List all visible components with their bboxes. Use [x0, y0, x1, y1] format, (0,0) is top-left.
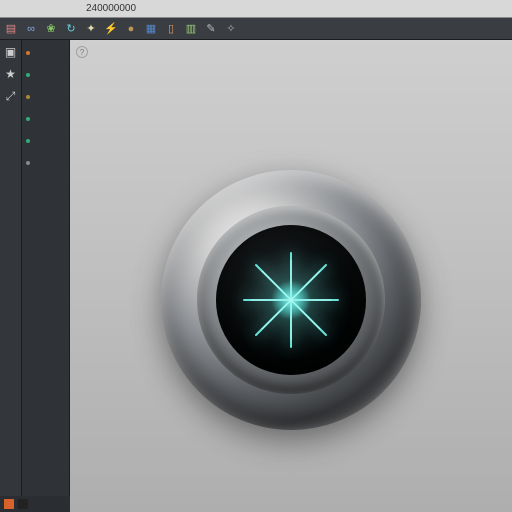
panel-item[interactable] — [26, 68, 65, 82]
layers-icon[interactable]: ▤ — [4, 22, 18, 36]
color-dot-icon — [26, 139, 30, 143]
star-flare-icon — [236, 245, 346, 355]
link-icon[interactable]: ∞ — [24, 22, 38, 36]
panel-item[interactable] — [26, 112, 65, 126]
color-dot-icon — [26, 161, 30, 165]
color-swatch[interactable] — [4, 499, 14, 509]
color-dot-icon — [26, 95, 30, 99]
bolt-icon[interactable]: ⚡ — [104, 22, 118, 36]
circle-icon[interactable]: ● — [124, 22, 138, 36]
menu-bar: 240000000 — [0, 0, 512, 18]
lens-inner-ring — [197, 206, 385, 394]
left-panel — [22, 40, 70, 512]
color-dot-icon — [26, 51, 30, 55]
tool-strip: ▣ ★ ⤢ — [0, 40, 22, 512]
cursor-icon[interactable]: ▣ — [3, 44, 19, 60]
toolbar: ▤ ∞ ❀ ↻ ✦ ⚡ ● ▦ ▯ ▥ ✎ ✧ — [0, 18, 512, 40]
viewport-canvas[interactable]: ? — [70, 40, 512, 512]
brush-icon[interactable]: ✎ — [204, 22, 218, 36]
color-swatch[interactable] — [18, 499, 28, 509]
leaf-icon[interactable]: ❀ — [44, 22, 58, 36]
rendered-object — [161, 170, 421, 430]
refresh-icon[interactable]: ↻ — [64, 22, 78, 36]
viewport-info-icon[interactable]: ? — [76, 46, 88, 58]
expand-icon[interactable]: ⤢ — [3, 88, 19, 104]
wrench-icon[interactable]: ✧ — [224, 22, 238, 36]
status-bar — [0, 496, 70, 512]
doc-icon[interactable]: ▯ — [164, 22, 178, 36]
panel-item[interactable] — [26, 156, 65, 170]
spark-icon[interactable]: ✦ — [84, 22, 98, 36]
panel-item[interactable] — [26, 134, 65, 148]
color-dot-icon — [26, 117, 30, 121]
lens-glass — [216, 225, 366, 375]
panel-item[interactable] — [26, 90, 65, 104]
lens-outer-ring — [161, 170, 421, 430]
menu-readout: 240000000 — [86, 3, 136, 14]
palette-icon[interactable]: ▦ — [144, 22, 158, 36]
patch-icon[interactable]: ▥ — [184, 22, 198, 36]
star-icon[interactable]: ★ — [3, 66, 19, 82]
panel-item[interactable] — [26, 46, 65, 60]
color-dot-icon — [26, 73, 30, 77]
